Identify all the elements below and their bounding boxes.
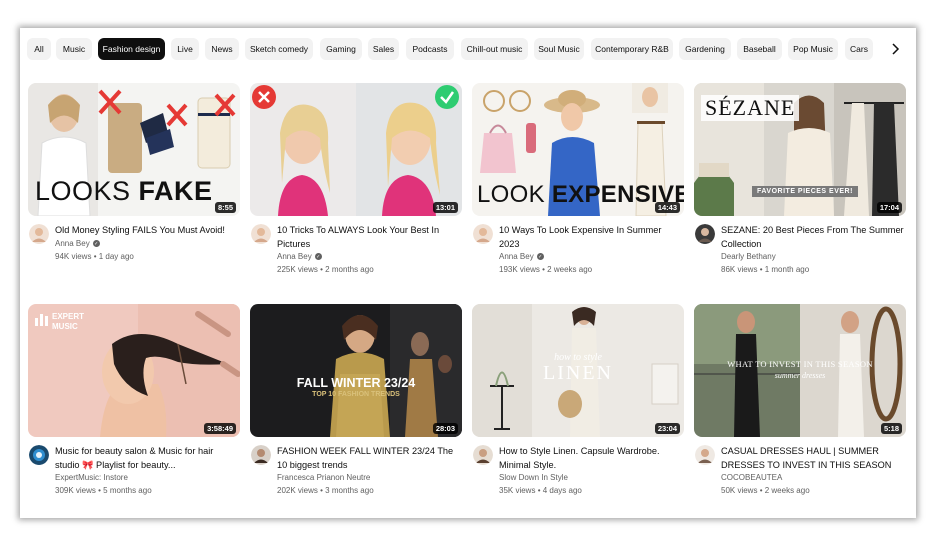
video-stats: 86K views • 1 month ago xyxy=(721,265,810,274)
channel-name[interactable]: COCOBEAUTEA xyxy=(721,473,782,482)
chip-pop-music[interactable]: Pop Music xyxy=(788,38,838,60)
verified-badge-icon: ✓ xyxy=(314,253,322,260)
video-thumbnail[interactable]: LOOK EXPENSIVE 14:43 xyxy=(472,83,684,216)
thumbnail-logo-text: EXPERT MUSIC xyxy=(52,312,85,331)
chip-contemporary-rnb[interactable]: Contemporary R&B xyxy=(591,38,673,60)
thumbnail-image xyxy=(250,83,462,216)
channel-name[interactable]: ExpertMusic: Instore xyxy=(55,473,128,482)
video-card[interactable]: FALL WINTER 23/24 TOP 10 FASHION TRENDS … xyxy=(250,304,462,511)
chip-live[interactable]: Live xyxy=(171,38,199,60)
video-card[interactable]: how to style LINEN 23:04 How to Style Li… xyxy=(472,304,684,511)
thumbnail-banner: FAVORITE PIECES EVER! xyxy=(752,186,858,197)
video-title[interactable]: 10 Tricks To ALWAYS Look Your Best In Pi… xyxy=(277,224,462,251)
chip-all[interactable]: All xyxy=(27,38,51,60)
video-title[interactable]: Old Money Styling FAILS You Must Avoid! xyxy=(55,224,240,238)
video-stats: 50K views • 2 weeks ago xyxy=(721,486,810,495)
video-thumbnail[interactable]: 13:01 xyxy=(250,83,462,216)
channel-avatar[interactable] xyxy=(29,224,49,244)
channel-avatar[interactable] xyxy=(473,224,493,244)
channel-name[interactable]: Anna Bey ✓ xyxy=(55,239,100,248)
verified-badge-icon: ✓ xyxy=(536,253,544,260)
video-stats: 94K views • 1 day ago xyxy=(55,252,134,261)
thumbnail-caption-large: LINEN xyxy=(543,362,613,384)
video-card[interactable]: WHAT TO INVEST IN THIS SEASON summer dre… xyxy=(694,304,906,511)
chip-news[interactable]: News xyxy=(205,38,239,60)
thumbnail-headline: FALL WINTER 23/24 xyxy=(296,376,416,390)
chips-next-button[interactable] xyxy=(883,38,907,60)
video-title[interactable]: Music for beauty salon & Music for hair … xyxy=(55,445,240,472)
thumbnail-brand: SÉZANE xyxy=(701,95,800,121)
thumbnail-caption-small: summer dresses xyxy=(774,371,826,380)
chip-chill-out-music[interactable]: Chill-out music xyxy=(461,38,528,60)
video-card[interactable]: SÉZANE FAVORITE PIECES EVER! 17:04 SEZAN… xyxy=(694,83,906,290)
thumbnail-subheadline: TOP 10 FASHION TRENDS xyxy=(312,391,400,398)
channel-name[interactable]: Slow Down In Style xyxy=(499,473,568,482)
category-chips-bar: All Music Fashion design Live News Sketc… xyxy=(27,38,907,62)
video-title[interactable]: FASHION WEEK FALL WINTER 23/24 The 10 bi… xyxy=(277,445,462,472)
video-thumbnail[interactable]: LOOKS FAKE 8:55 xyxy=(28,83,240,216)
chip-cars[interactable]: Cars xyxy=(845,38,873,60)
video-card[interactable]: LOOK EXPENSIVE 14:43 10 Ways To Look Exp… xyxy=(472,83,684,290)
video-stats: 35K views • 4 days ago xyxy=(499,486,582,495)
video-title[interactable]: How to Style Linen. Capsule Wardrobe. Mi… xyxy=(499,445,684,472)
video-duration: 17:04 xyxy=(876,202,902,213)
video-duration: 5:18 xyxy=(880,423,902,434)
video-thumbnail[interactable]: how to style LINEN 23:04 xyxy=(472,304,684,437)
thumbnail-caption: LOOK EXPENSIVE xyxy=(477,181,684,208)
video-thumbnail[interactable]: FALL WINTER 23/24 TOP 10 FASHION TRENDS … xyxy=(250,304,462,437)
video-thumbnail[interactable]: WHAT TO INVEST IN THIS SEASON summer dre… xyxy=(694,304,906,437)
video-duration: 8:55 xyxy=(214,202,236,213)
channel-avatar[interactable] xyxy=(251,224,271,244)
video-thumbnail[interactable]: SÉZANE FAVORITE PIECES EVER! 17:04 xyxy=(694,83,906,216)
chip-fashion-design[interactable]: Fashion design xyxy=(98,38,165,60)
video-duration: 3:58:49 xyxy=(204,423,236,434)
video-duration: 23:04 xyxy=(654,423,680,434)
video-title[interactable]: CASUAL DRESSES HAUL | SUMMER DRESSES TO … xyxy=(721,445,906,472)
video-stats: 202K views • 3 months ago xyxy=(277,486,374,495)
verified-badge-icon: ✓ xyxy=(92,240,100,247)
channel-avatar[interactable] xyxy=(695,224,715,244)
chip-sales[interactable]: Sales xyxy=(368,38,399,60)
chip-gaming[interactable]: Gaming xyxy=(320,38,362,60)
video-stats: 193K views • 2 weeks ago xyxy=(499,265,593,274)
channel-avatar[interactable] xyxy=(473,445,493,465)
channel-avatar[interactable] xyxy=(29,445,49,465)
thumbnail-caption: WHAT TO INVEST IN THIS SEASON xyxy=(727,359,873,369)
channel-name[interactable]: Anna Bey ✓ xyxy=(277,252,322,261)
channel-name[interactable]: Dearly Bethany xyxy=(721,252,776,261)
chevron-right-icon xyxy=(892,43,900,55)
chip-music[interactable]: Music xyxy=(56,38,92,60)
chip-sketch-comedy[interactable]: Sketch comedy xyxy=(245,38,313,60)
chip-soul-music[interactable]: Soul Music xyxy=(534,38,584,60)
video-title[interactable]: SEZANE: 20 Best Pieces From The Summer C… xyxy=(721,224,906,251)
video-card[interactable]: EXPERT MUSIC 3:58:49 Music for beauty sal… xyxy=(28,304,240,511)
chip-baseball[interactable]: Baseball xyxy=(737,38,782,60)
thumbnail-caption: LOOKS FAKE xyxy=(35,176,213,206)
chip-podcasts[interactable]: Podcasts xyxy=(406,38,454,60)
chip-gardening[interactable]: Gardening xyxy=(679,38,731,60)
youtube-home-frame: All Music Fashion design Live News Sketc… xyxy=(20,28,916,518)
video-duration: 14:43 xyxy=(654,202,680,213)
channel-avatar[interactable] xyxy=(695,445,715,465)
channel-name[interactable]: Francesca Prianon Neutre xyxy=(277,473,370,482)
channel-avatar[interactable] xyxy=(251,445,271,465)
video-thumbnail[interactable]: EXPERT MUSIC 3:58:49 xyxy=(28,304,240,437)
video-stats: 225K views • 2 months ago xyxy=(277,265,374,274)
video-stats: 309K views • 5 months ago xyxy=(55,486,152,495)
video-duration: 13:01 xyxy=(432,202,458,213)
video-card[interactable]: 13:01 10 Tricks To ALWAYS Look Your Best… xyxy=(250,83,462,290)
video-duration: 28:03 xyxy=(432,423,458,434)
video-title[interactable]: 10 Ways To Look Expensive In Summer 2023 xyxy=(499,224,684,251)
channel-name[interactable]: Anna Bey ✓ xyxy=(499,252,544,261)
video-card[interactable]: LOOKS FAKE 8:55 Old Money Styling FAILS … xyxy=(28,83,240,290)
thumbnail-image xyxy=(250,304,462,437)
